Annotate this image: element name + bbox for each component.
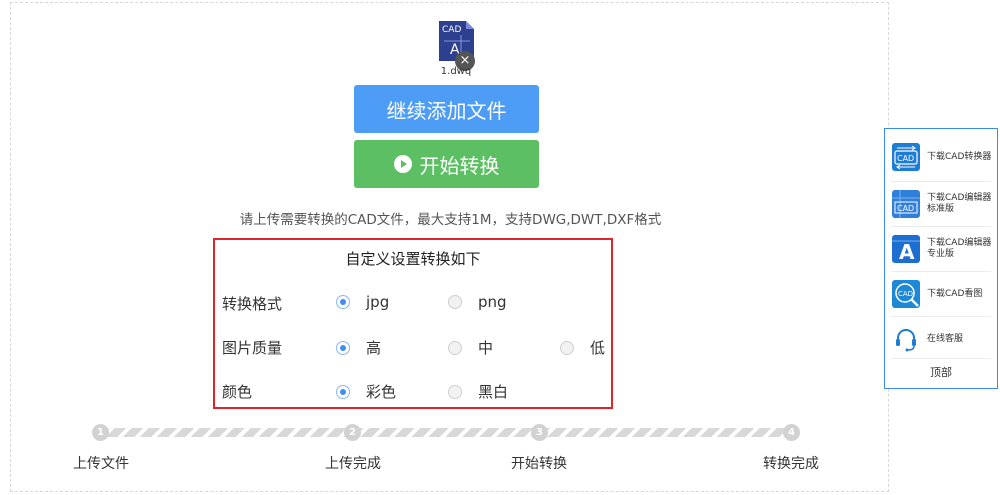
format-png-label: png [478, 293, 507, 311]
headset-icon [896, 329, 916, 352]
quality-high-label: 高 [366, 339, 382, 357]
svg-text:CAD: CAD [897, 154, 914, 163]
step-3-label: 开始转换 [511, 456, 567, 472]
svg-text:CAD: CAD [442, 25, 461, 35]
add-files-button[interactable]: 继续添加文件 [354, 85, 539, 133]
color-bw-label: 黑白 [478, 383, 509, 401]
sidebar-item-cad-converter[interactable]: CAD 下载CAD转换器 [885, 137, 997, 177]
sidebar-divider [891, 226, 991, 227]
radio-unchecked-icon [448, 340, 462, 355]
play-icon [393, 155, 412, 173]
upload-hint: 请上传需要转换的CAD文件，最大支持1M，支持DWG,DWT,DXF格式 [239, 212, 662, 228]
step-1-marker: 1 [92, 424, 109, 441]
svg-text:CAD: CAD [897, 204, 914, 213]
step-2-marker: 2 [344, 424, 361, 441]
color-bw-radio[interactable]: 黑白 [448, 381, 508, 402]
sidebar-item-cad-editor-standard[interactable]: CAD 下载CAD编辑器 标准版 [885, 184, 997, 224]
format-jpg-radio[interactable]: jpg [336, 293, 389, 311]
sidebar-item-cad-viewer[interactable]: CAD 下载CAD看图 [885, 274, 997, 314]
settings-title: 自定义设置转换如下 [345, 250, 481, 268]
step-3-marker: 3 [531, 424, 548, 441]
back-to-top-button[interactable]: 顶部 [885, 364, 997, 380]
download-sidebar: CAD 下载CAD转换器 CAD 下载CAD编辑器 标准版 A 下载CAD编辑器… [884, 128, 998, 389]
quality-high-radio[interactable]: 高 [336, 337, 381, 358]
quality-label: 图片质量 [222, 339, 283, 357]
progress-track [106, 428, 796, 437]
sidebar-divider [891, 181, 991, 182]
svg-text:CAD: CAD [898, 290, 913, 298]
radio-checked-icon [336, 340, 350, 355]
sidebar-divider [891, 358, 991, 359]
format-label: 转换格式 [222, 295, 283, 313]
quality-medium-radio[interactable]: 中 [448, 337, 493, 358]
color-colorful-radio[interactable]: 彩色 [336, 381, 396, 402]
quality-medium-label: 中 [478, 339, 494, 357]
cad-editor-standard-icon: CAD [892, 190, 920, 218]
color-label: 颜色 [222, 383, 253, 401]
cad-editor-pro-icon: A [892, 235, 920, 263]
progress-steps: 1 2 3 4 上传文件 上传完成 开始转换 转换完成 [11, 423, 890, 483]
format-png-radio[interactable]: png [448, 293, 507, 311]
radio-checked-icon [336, 384, 350, 399]
start-convert-button[interactable]: 开始转换 [354, 140, 539, 188]
radio-unchecked-icon [448, 295, 462, 309]
settings-panel: 自定义设置转换如下 转换格式 jpg png 图片质量 高 中 低 颜色 彩色 [213, 238, 613, 409]
uploaded-file: CAD A × 1.dwq [426, 21, 486, 83]
cad-viewer-icon: CAD [892, 280, 920, 308]
format-jpg-label: jpg [366, 293, 390, 311]
radio-unchecked-icon [448, 384, 462, 399]
step-1-label: 上传文件 [73, 456, 129, 472]
step-4-marker: 4 [783, 424, 800, 441]
sidebar-divider [891, 316, 991, 317]
cad-converter-icon: CAD [892, 143, 920, 171]
radio-checked-icon [336, 295, 350, 309]
sidebar-item-label: 下载CAD编辑器 标准版 [927, 193, 992, 214]
quality-low-radio[interactable]: 低 [560, 337, 605, 358]
step-2-label: 上传完成 [325, 456, 381, 472]
sidebar-item-label: 下载CAD转换器 [927, 152, 992, 162]
sidebar-item-label: 下载CAD编辑器 专业版 [927, 238, 992, 259]
sidebar-item-label: 在线客服 [927, 334, 964, 344]
sidebar-item-online-support[interactable]: 在线客服 [885, 319, 997, 359]
color-colorful-label: 彩色 [366, 383, 397, 401]
step-4-label: 转换完成 [763, 456, 819, 472]
add-files-label: 继续添加文件 [386, 98, 507, 123]
upload-panel: CAD A × 1.dwq 继续添加文件 开始转换 请上传需要转换的CAD文件，… [10, 2, 889, 492]
svg-text:A: A [899, 240, 915, 263]
start-convert-label: 开始转换 [419, 153, 500, 178]
radio-unchecked-icon [560, 340, 574, 355]
file-name: 1.dwq [440, 66, 472, 77]
sidebar-item-cad-editor-pro[interactable]: A 下载CAD编辑器 专业版 [885, 229, 997, 269]
sidebar-divider [891, 271, 991, 272]
sidebar-item-label: 下载CAD看图 [927, 289, 983, 299]
quality-low-label: 低 [590, 339, 606, 357]
